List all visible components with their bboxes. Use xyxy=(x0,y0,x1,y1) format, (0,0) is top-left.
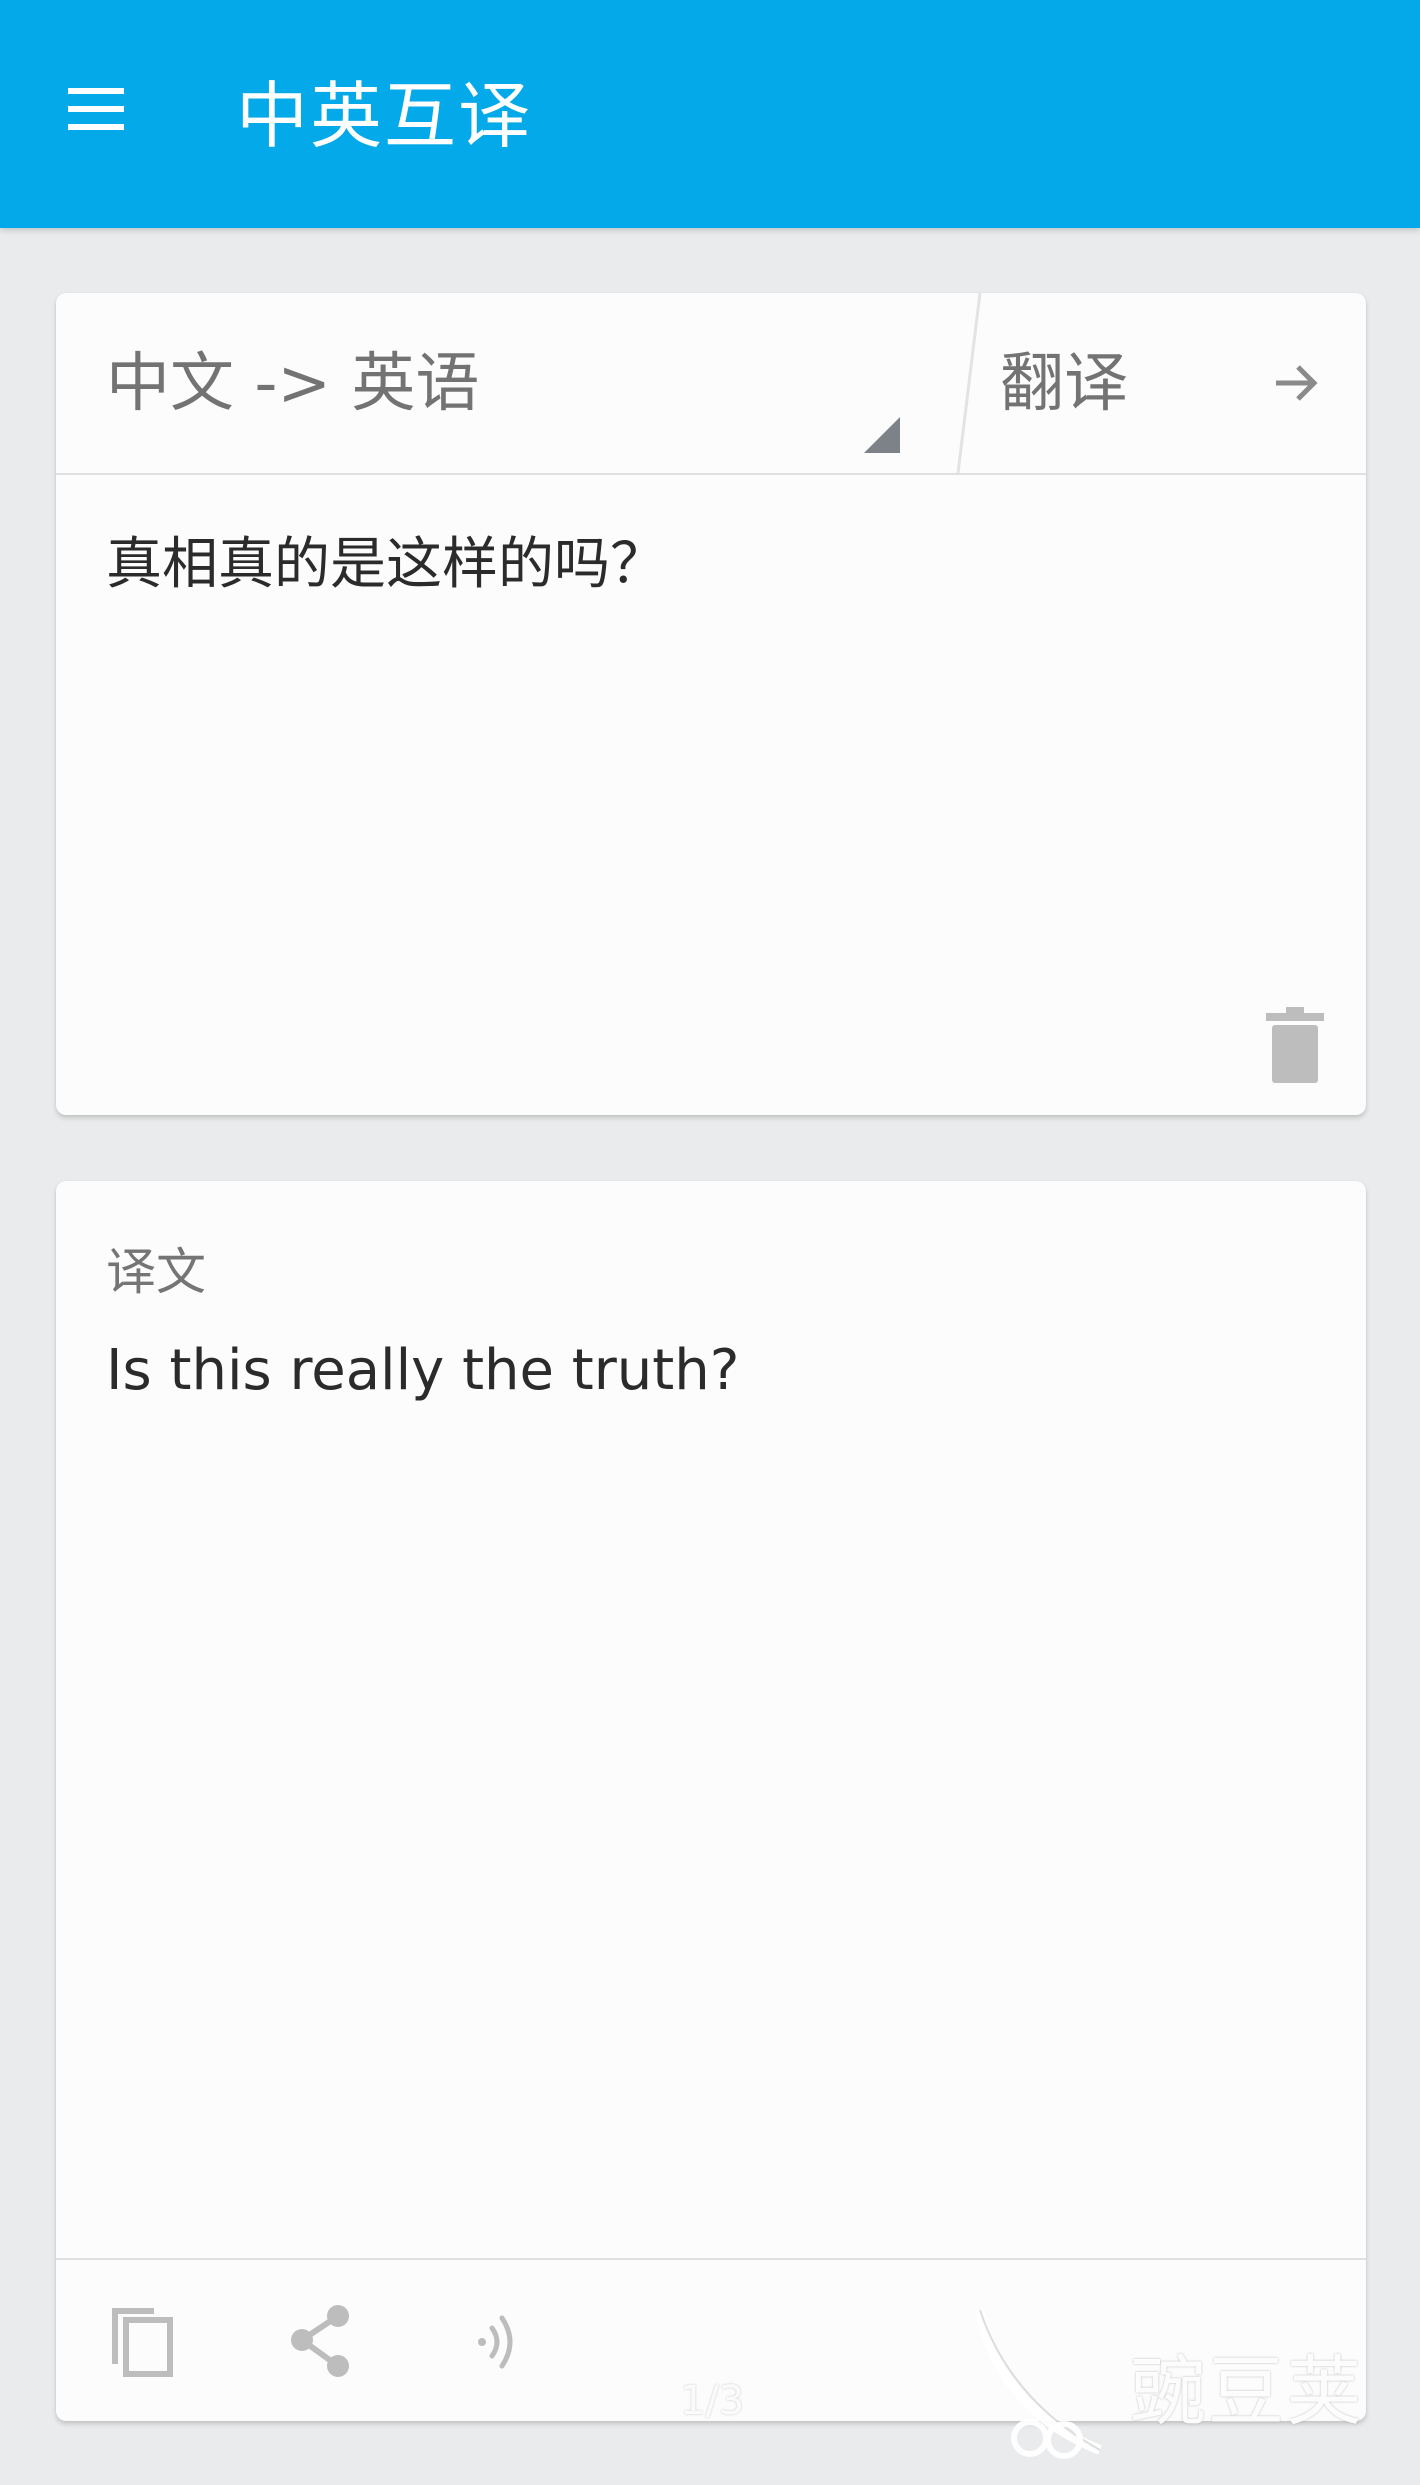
output-label: 译文 xyxy=(106,1243,206,1301)
input-card: 中文 -> 英语 翻译 真相真的是这样的吗？ xyxy=(56,293,1366,1115)
page-indicator: 1/3 xyxy=(680,2378,745,2424)
copy-button[interactable] xyxy=(98,2294,194,2390)
share-icon xyxy=(291,2305,349,2377)
copy-icon xyxy=(112,2308,173,2377)
translated-text: Is this really the truth? xyxy=(106,1338,740,1403)
output-card: 译文 Is this really the truth? xyxy=(56,1181,1366,2421)
app-title: 中英互译 xyxy=(236,74,533,158)
dropdown-caret-icon xyxy=(864,417,900,453)
share-button[interactable] xyxy=(272,2294,368,2390)
app-bar: 中英互译 xyxy=(0,0,1420,228)
language-selector-label: 中文 -> 英语 xyxy=(106,347,480,421)
speaker-icon xyxy=(478,2315,513,2369)
trash-icon xyxy=(1266,1007,1324,1083)
language-selector[interactable]: 中文 -> 英语 xyxy=(56,293,936,473)
hamburger-menu-icon xyxy=(68,88,124,130)
speak-button[interactable] xyxy=(452,2294,548,2390)
translate-button-label: 翻译 xyxy=(1000,347,1128,421)
menu-button[interactable] xyxy=(56,78,152,154)
clear-button[interactable] xyxy=(1260,1005,1336,1089)
arrow-right-icon xyxy=(1276,365,1318,401)
source-text-input[interactable]: 真相真的是这样的吗？ xyxy=(106,525,1306,605)
translate-button[interactable]: 翻译 xyxy=(986,293,1366,473)
language-bar: 中文 -> 英语 翻译 xyxy=(56,293,1366,475)
